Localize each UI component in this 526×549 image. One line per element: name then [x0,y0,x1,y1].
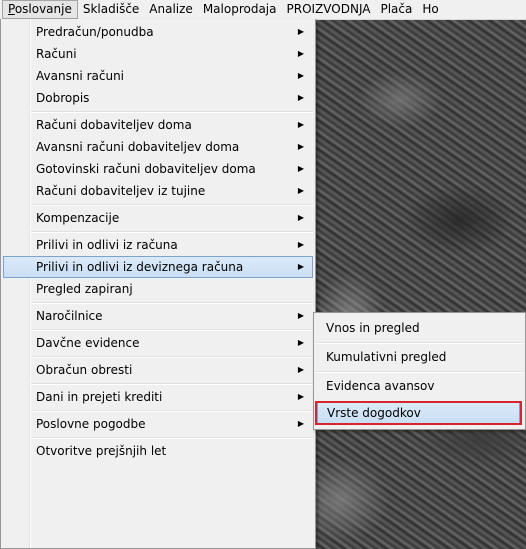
devizni-racun-submenu: Vnos in pregled Kumulativni pregled Evid… [313,312,526,430]
menu-item-pregled-zapiranj[interactable]: Pregled zapiranj [3,278,313,300]
submenu-arrow-icon: ▶ [297,311,304,320]
submenu-arrow-icon: ▶ [297,164,304,173]
menu-item-narocilnice[interactable]: Naročilnice ▶ [3,305,313,327]
submenu-item-vrste-dogodkov[interactable]: Vrste dogodkov [317,402,520,424]
submenu-arrow-icon: ▶ [297,338,304,347]
menu-separator [31,329,313,331]
menu-item-gotovinski-racuni-dobaviteljev-doma[interactable]: Gotovinski računi dobaviteljev doma ▶ [3,158,313,180]
menu-item-racuni-dobaviteljev-iz-tujine[interactable]: Računi dobaviteljev iz tujine ▶ [3,180,313,202]
menu-item-dani-prejeti-krediti[interactable]: Dani in prejeti krediti ▶ [3,386,313,408]
submenu-arrow-icon: ▶ [297,365,304,374]
menu-separator [31,437,313,439]
submenu-arrow-icon: ▶ [297,71,304,80]
menu-item-prilivi-odlivi-deviznega-racuna[interactable]: Prilivi in odlivi iz deviznega računa ▶ [3,256,313,278]
menu-separator [31,204,313,206]
menu-item-dobropis[interactable]: Dobropis ▶ [3,87,313,109]
menu-bar: Poslovanje Skladišče Analize Maloprodaja… [0,0,526,20]
submenu-arrow-icon: ▶ [297,27,304,36]
menu-item-predracun-ponudba[interactable]: Predračun/ponudba ▶ [3,21,313,43]
menu-separator [31,302,313,304]
menu-separator [31,111,313,113]
menubar-item-maloprodaja[interactable]: Maloprodaja [198,0,282,19]
menu-item-kompenzacije[interactable]: Kompenzacije ▶ [3,207,313,229]
menubar-item-analize[interactable]: Analize [144,0,198,19]
menu-separator [31,356,313,358]
menu-separator [31,383,313,385]
menu-separator [31,410,313,412]
submenu-arrow-icon: ▶ [297,93,304,102]
menubar-item-proizvodnja[interactable]: PROIZVODNJA [282,0,376,19]
submenu-arrow-icon: ▶ [297,392,304,401]
menu-separator [31,231,313,233]
menu-item-otvoritve-prejsnjih-let[interactable]: Otvoritve prejšnjih let [3,440,313,462]
submenu-item-kumulativni-pregled[interactable]: Kumulativni pregled [316,346,523,368]
submenu-arrow-icon: ▶ [297,142,304,151]
menubar-item-poslovanje[interactable]: Poslovanje [2,0,78,19]
menu-item-prilivi-odlivi-racuna[interactable]: Prilivi in odlivi iz računa ▶ [3,234,313,256]
menubar-item-ho[interactable]: Ho [417,0,443,19]
menu-item-avansni-racuni-dobaviteljev-doma[interactable]: Avansni računi dobaviteljev doma ▶ [3,136,313,158]
menu-item-davcne-evidence[interactable]: Davčne evidence ▶ [3,332,313,354]
menu-item-racuni[interactable]: Računi ▶ [3,43,313,65]
menubar-item-placa[interactable]: Plača [375,0,417,19]
menu-item-racuni-dobaviteljev-doma[interactable]: Računi dobaviteljev doma ▶ [3,114,313,136]
menu-separator [316,371,523,373]
submenu-item-evidenca-avansov[interactable]: Evidenca avansov [316,375,523,397]
submenu-item-vnos-in-pregled[interactable]: Vnos in pregled [316,317,523,339]
menu-item-avansni-racuni[interactable]: Avansni računi ▶ [3,65,313,87]
menu-item-obracun-obresti[interactable]: Obračun obresti ▶ [3,359,313,381]
submenu-arrow-icon: ▶ [297,213,304,222]
poslovanje-dropdown-menu: Predračun/ponudba ▶ Računi ▶ Avansni račun… [0,19,316,549]
submenu-arrow-icon: ▶ [297,262,304,271]
submenu-arrow-icon: ▶ [297,240,304,249]
submenu-arrow-icon: ▶ [297,120,304,129]
submenu-arrow-icon: ▶ [297,49,304,58]
menu-separator [316,342,523,344]
menubar-item-skladisce[interactable]: Skladišče [78,0,144,19]
menu-item-poslovne-pogodbe[interactable]: Poslovne pogodbe ▶ [3,413,313,435]
submenu-arrow-icon: ▶ [297,419,304,428]
submenu-arrow-icon: ▶ [297,186,304,195]
